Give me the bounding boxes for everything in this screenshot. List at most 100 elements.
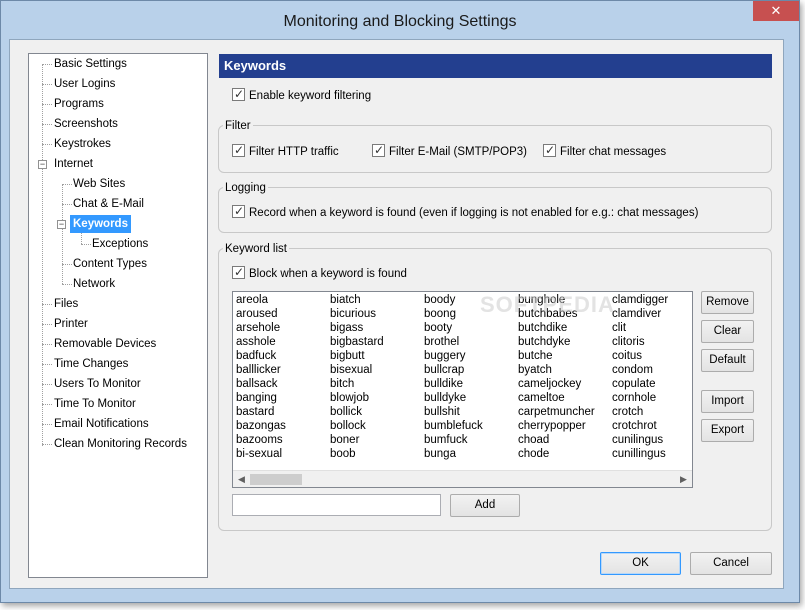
keyword-item[interactable]: boner [330,433,384,447]
keyword-item[interactable]: bunga [424,447,483,461]
keyword-item[interactable]: bastard [236,405,286,419]
keyword-item[interactable]: crotch [612,405,668,419]
keyword-item[interactable]: bullcrap [424,363,483,377]
keyword-listbox[interactable]: areola aroused arsehole asshole badfuck balll… [232,291,693,488]
keyword-item[interactable]: ballsack [236,377,286,391]
keyword-item[interactable]: biatch [330,293,384,307]
import-button[interactable]: Import [701,390,754,413]
keyword-item[interactable]: bigbutt [330,349,384,363]
keyword-item[interactable]: cunillingus [612,447,668,461]
keyword-item[interactable]: bicurious [330,307,384,321]
keyword-item[interactable]: cherrypopper [518,419,595,433]
filter-chat-checkbox[interactable]: Filter chat messages [543,142,666,160]
keyword-item[interactable]: copulate [612,377,668,391]
keyword-item[interactable]: badfuck [236,349,286,363]
keyword-item[interactable]: blowjob [330,391,384,405]
tree-item-exceptions[interactable]: Exceptions [89,235,151,253]
keyword-item[interactable]: cameljockey [518,377,595,391]
scroll-thumb[interactable] [250,474,302,485]
cancel-button[interactable]: Cancel [690,552,772,575]
keyword-item[interactable]: bulldike [424,377,483,391]
tree-item-chat-email[interactable]: Chat & E-Mail [70,195,147,213]
keyword-item[interactable]: bisexual [330,363,384,377]
tree-item-screenshots[interactable]: Screenshots [51,115,121,133]
default-button[interactable]: Default [701,349,754,372]
block-keyword-checkbox[interactable]: Block when a keyword is found [232,264,407,282]
keyword-item[interactable]: crotchrot [612,419,668,433]
horizontal-scrollbar[interactable]: ◀ ▶ [233,470,692,487]
tree-item-network[interactable]: Network [70,275,118,293]
tree-item-clean-monitoring-records[interactable]: Clean Monitoring Records [51,435,190,453]
tree-item-time-changes[interactable]: Time Changes [51,355,131,373]
keyword-item[interactable]: butche [518,349,595,363]
keyword-item[interactable]: arsehole [236,321,286,335]
keyword-item[interactable]: bi-sexual [236,447,286,461]
tree-item-keywords[interactable]: Keywords [70,215,131,233]
tree-item-web-sites[interactable]: Web Sites [70,175,128,193]
keyword-item[interactable]: clamdigger [612,293,668,307]
keyword-item[interactable]: cornhole [612,391,668,405]
tree-item-time-to-monitor[interactable]: Time To Monitor [51,395,139,413]
keyword-item[interactable]: byatch [518,363,595,377]
remove-button[interactable]: Remove [701,291,754,314]
keyword-item[interactable]: boody [424,293,483,307]
keyword-item[interactable]: brothel [424,335,483,349]
tree-item-email-notifications[interactable]: Email Notifications [51,415,152,433]
tree-item-programs[interactable]: Programs [51,95,107,113]
keyword-item[interactable]: butchdike [518,321,595,335]
ok-button[interactable]: OK [600,552,681,575]
keyword-item[interactable]: bigass [330,321,384,335]
keyword-item[interactable]: butchdyke [518,335,595,349]
record-keyword-checkbox[interactable]: Record when a keyword is found (even if … [232,203,698,221]
keyword-item[interactable]: bazooms [236,433,286,447]
keyword-item[interactable]: condom [612,363,668,377]
tree-item-files[interactable]: Files [51,295,81,313]
tree-item-users-to-monitor[interactable]: Users To Monitor [51,375,144,393]
keywords-collapse-icon[interactable]: − [57,220,66,229]
tree-item-content-types[interactable]: Content Types [70,255,150,273]
keyword-item[interactable]: cameltoe [518,391,595,405]
keyword-item[interactable]: bollick [330,405,384,419]
keyword-item[interactable]: bumfuck [424,433,483,447]
settings-tree[interactable]: − − Basic Settings User Logins Programs … [28,53,208,578]
keyword-item[interactable]: bazongas [236,419,286,433]
keyword-item[interactable]: banging [236,391,286,405]
keyword-item[interactable]: clitoris [612,335,668,349]
scroll-left-icon[interactable]: ◀ [234,472,249,487]
keyword-item[interactable]: bumblefuck [424,419,483,433]
enable-keyword-filtering-checkbox[interactable]: Enable keyword filtering [232,86,371,104]
keyword-item[interactable]: bigbastard [330,335,384,349]
add-button[interactable]: Add [450,494,520,517]
keyword-item[interactable]: aroused [236,307,286,321]
filter-email-checkbox[interactable]: Filter E-Mail (SMTP/POP3) [372,142,527,160]
tree-item-user-logins[interactable]: User Logins [51,75,118,93]
keyword-item[interactable]: coitus [612,349,668,363]
keyword-item[interactable]: clamdiver [612,307,668,321]
keyword-item[interactable]: balllicker [236,363,286,377]
title-bar[interactable]: Monitoring and Blocking Settings ✕ [1,1,799,41]
keyword-item[interactable]: boong [424,307,483,321]
keyword-item[interactable]: bullshit [424,405,483,419]
keyword-item[interactable]: choad [518,433,595,447]
tree-item-printer[interactable]: Printer [51,315,91,333]
export-button[interactable]: Export [701,419,754,442]
keyword-item[interactable]: clit [612,321,668,335]
keyword-item[interactable]: buggery [424,349,483,363]
keyword-item[interactable]: bitch [330,377,384,391]
keyword-item[interactable]: booty [424,321,483,335]
keyword-item[interactable]: areola [236,293,286,307]
tree-item-basic-settings[interactable]: Basic Settings [51,55,130,73]
keyword-item[interactable]: cunilingus [612,433,668,447]
keyword-item[interactable]: boob [330,447,384,461]
filter-http-checkbox[interactable]: Filter HTTP traffic [232,142,339,160]
internet-collapse-icon[interactable]: − [38,160,47,169]
scroll-right-icon[interactable]: ▶ [676,472,691,487]
tree-item-keystrokes[interactable]: Keystrokes [51,135,114,153]
keyword-item[interactable]: chode [518,447,595,461]
tree-item-internet[interactable]: Internet [51,155,96,173]
clear-button[interactable]: Clear [701,320,754,343]
keyword-item[interactable]: carpetmuncher [518,405,595,419]
keyword-item[interactable]: asshole [236,335,286,349]
new-keyword-input[interactable] [232,494,441,516]
keyword-item[interactable]: bulldyke [424,391,483,405]
